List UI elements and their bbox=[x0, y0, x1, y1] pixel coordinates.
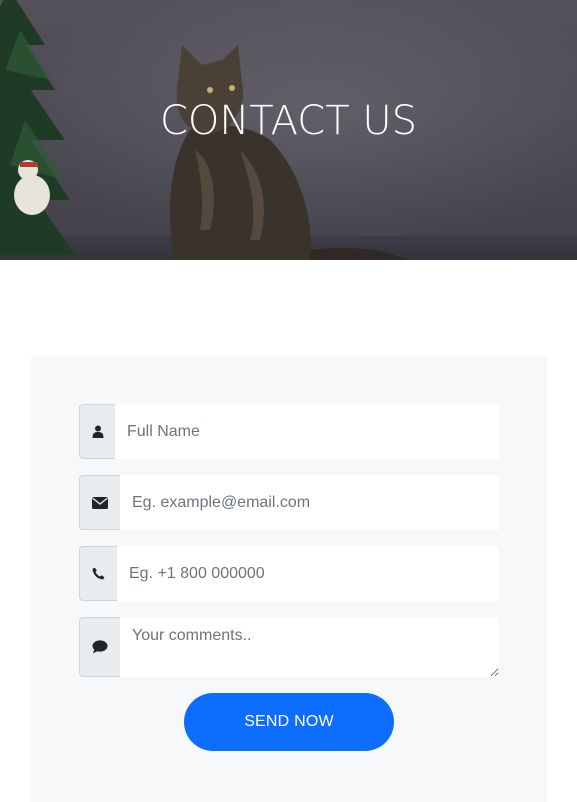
comments-input-group bbox=[79, 617, 499, 677]
page-title: CONTACT US bbox=[159, 98, 418, 144]
email-input[interactable] bbox=[120, 475, 499, 530]
user-icon bbox=[79, 404, 115, 459]
comment-icon bbox=[79, 617, 120, 677]
phone-icon bbox=[79, 546, 117, 601]
email-input-group bbox=[79, 475, 499, 530]
contact-form-card: SEND NOW bbox=[31, 356, 547, 802]
cat-image bbox=[170, 45, 405, 260]
phone-input-group bbox=[79, 546, 499, 601]
hero-banner: CONTACT US bbox=[0, 0, 577, 260]
phone-input[interactable] bbox=[117, 546, 499, 601]
send-now-button[interactable]: SEND NOW bbox=[184, 693, 394, 751]
name-input-group bbox=[79, 404, 499, 459]
envelope-icon bbox=[79, 475, 120, 530]
full-name-input[interactable] bbox=[115, 404, 499, 459]
comments-textarea[interactable] bbox=[120, 617, 499, 677]
